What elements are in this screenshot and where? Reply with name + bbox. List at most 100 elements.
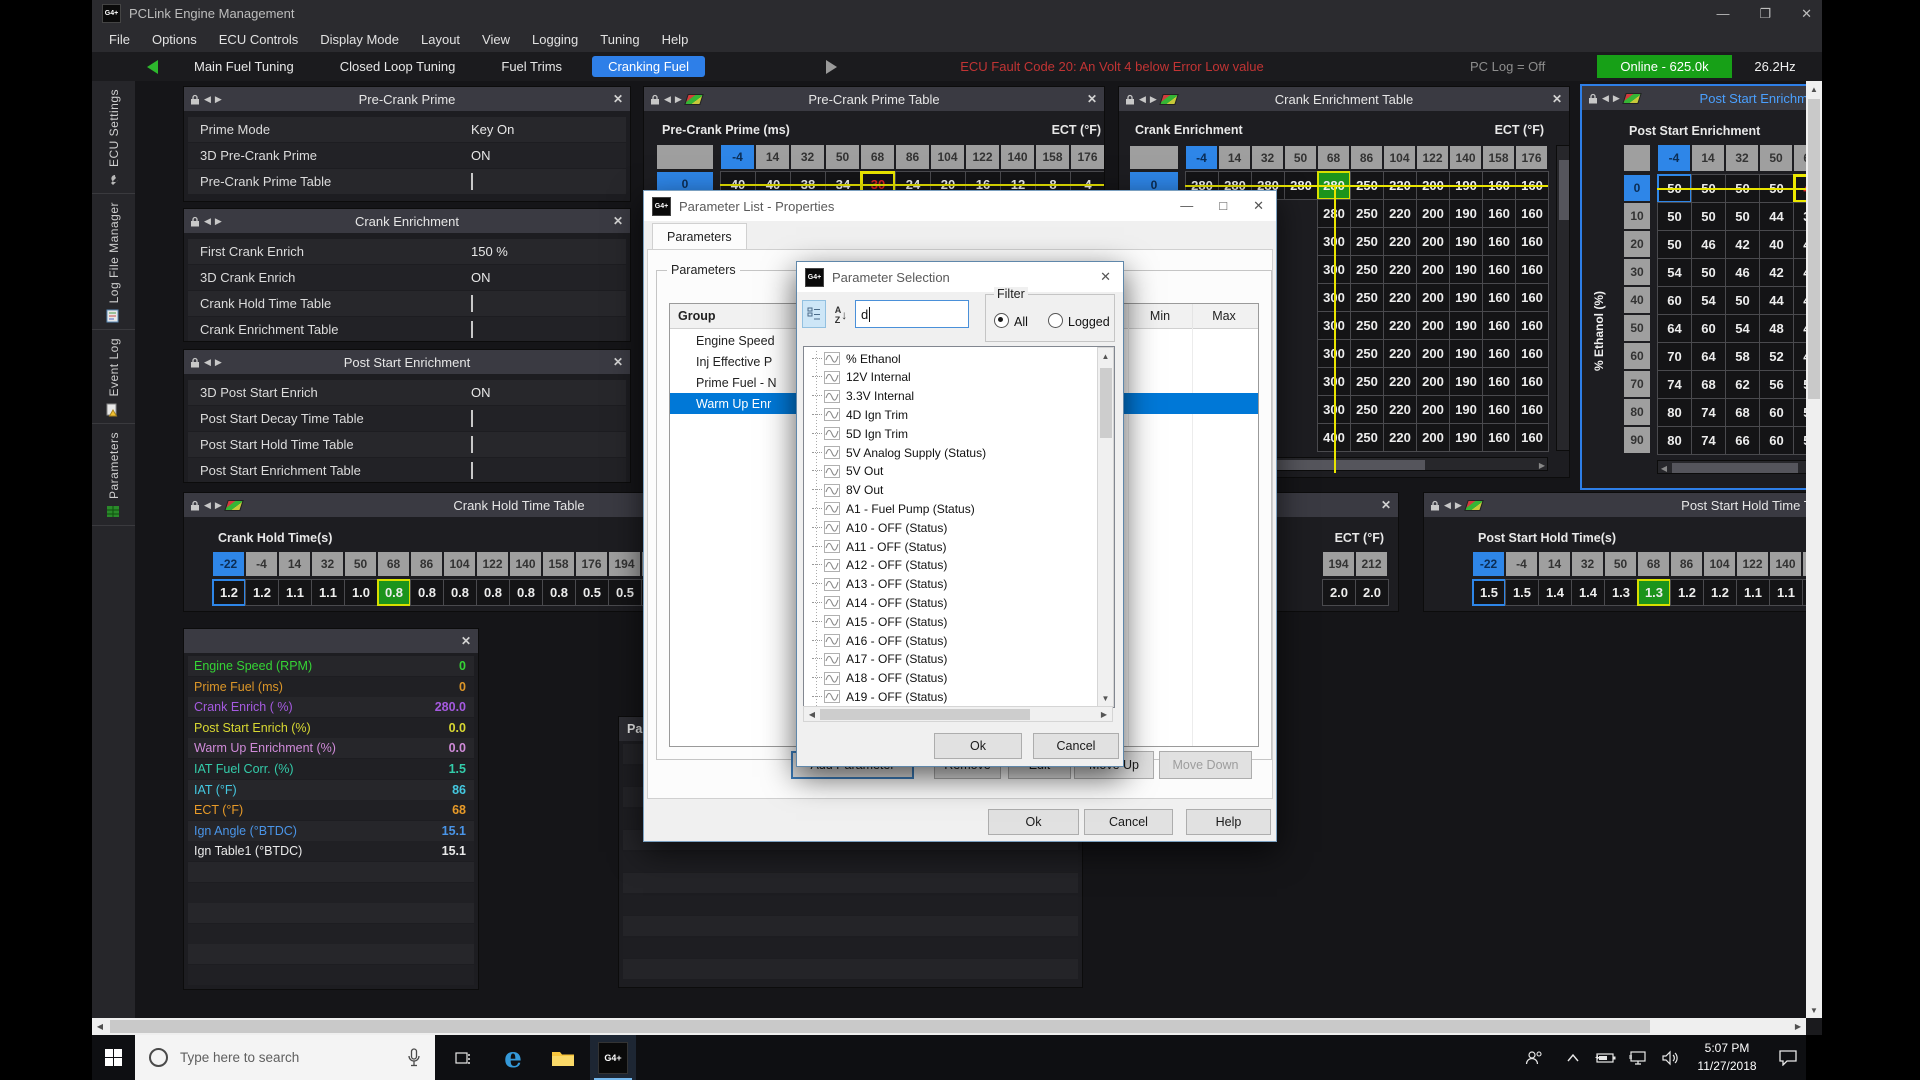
parameter-item[interactable]: % Ethanol <box>804 349 1114 368</box>
cancel-button[interactable]: Cancel <box>1033 733 1119 759</box>
table-cell[interactable]: 50 <box>1793 370 1806 399</box>
table-cell[interactable]: 190 <box>1449 423 1483 452</box>
clock[interactable]: 5:07 PM 11/27/2018 <box>1688 1035 1766 1080</box>
table-cell[interactable]: 280 <box>1317 199 1351 228</box>
setting-row[interactable]: Post Start Enrichment Table <box>188 458 626 482</box>
menu-tuning[interactable]: Tuning <box>589 32 650 47</box>
parameter-item[interactable]: A16 - OFF (Status) <box>804 631 1114 650</box>
setting-row[interactable]: 3D Post Start Enrich ON <box>188 380 626 405</box>
table-cell[interactable]: 50 <box>1657 202 1692 231</box>
radio-logged[interactable]: Logged <box>1048 313 1110 331</box>
ok-button[interactable]: Ok <box>988 809 1079 835</box>
table-cell[interactable]: 40 <box>1793 174 1806 203</box>
close-icon[interactable]: ✕ <box>1552 87 1562 111</box>
x-axis-cell[interactable]: 32 <box>1572 552 1603 576</box>
table-cell[interactable]: 80 <box>1657 398 1692 427</box>
table-vertical-scrollbar[interactable] <box>1556 145 1569 451</box>
layers-icon[interactable] <box>684 93 704 105</box>
table-cell[interactable]: 220 <box>1383 367 1417 396</box>
table-cell[interactable]: 68 <box>1725 398 1760 427</box>
x-axis-cell[interactable]: 212 <box>1356 552 1387 576</box>
y-axis-cell[interactable]: 20 <box>1624 231 1650 257</box>
x-axis-cell[interactable]: 176 <box>1071 145 1104 169</box>
table-cell[interactable]: 160 <box>1515 423 1549 452</box>
maximize-icon[interactable]: ❐ <box>1759 6 1771 22</box>
lock-icon[interactable] <box>1125 94 1135 105</box>
parameter-item[interactable]: 5V Analog Supply (Status) <box>804 443 1114 462</box>
x-axis-cell[interactable]: 122 <box>477 552 508 576</box>
parameter-selection-list[interactable]: % Ethanol 12V Internal 3.3V Internal 4D Ign… <box>803 346 1115 708</box>
table-cell[interactable]: 300 <box>1317 339 1351 368</box>
menu-logging[interactable]: Logging <box>521 32 589 47</box>
table-cell[interactable]: 190 <box>1449 339 1483 368</box>
table-cell[interactable]: 190 <box>1449 283 1483 312</box>
x-axis-cell[interactable]: 50 <box>1605 552 1636 576</box>
parameter-item[interactable]: A17 - OFF (Status) <box>804 650 1114 669</box>
x-axis-cell[interactable]: 50 <box>826 145 859 169</box>
y-axis-cell[interactable]: 50 <box>1624 315 1650 341</box>
table-cell[interactable]: 74 <box>1691 426 1726 455</box>
parameter-item[interactable]: A10 - OFF (Status) <box>804 518 1114 537</box>
x-axis-cell[interactable]: 32 <box>1252 146 1283 169</box>
setting-row[interactable]: Post Start Hold Time Table <box>188 432 626 457</box>
x-axis-cell[interactable]: 140 <box>1001 145 1034 169</box>
x-axis-cell[interactable]: 68 <box>1638 552 1669 576</box>
table-cell[interactable]: 200 <box>1416 283 1450 312</box>
y-axis-cell[interactable]: 0 <box>1624 175 1650 201</box>
runtime-row[interactable]: Warm Up Enrichment (%) 0.0 <box>188 738 474 759</box>
show-hidden-icons-button[interactable] <box>1560 1035 1586 1080</box>
table-cell[interactable]: 160 <box>1482 395 1516 424</box>
table-cell[interactable]: 1.3 <box>1637 579 1671 606</box>
battery-button[interactable] <box>1590 1035 1620 1080</box>
arrow-left-icon[interactable]: ◀ <box>1444 500 1451 511</box>
table-cell[interactable]: 1.2 <box>245 579 279 606</box>
table-cell[interactable]: 42 <box>1759 258 1794 287</box>
runtime-row[interactable]: Engine Speed (RPM) 0 <box>188 656 474 676</box>
table-cell[interactable]: 250 <box>1350 339 1384 368</box>
arrow-right-icon[interactable]: ▶ <box>1150 94 1157 105</box>
table-cell[interactable]: 46 <box>1691 230 1726 259</box>
table-cell[interactable]: 80 <box>1657 426 1692 455</box>
table-cell[interactable]: 300 <box>1317 255 1351 284</box>
table-cell[interactable]: 40 <box>1759 230 1794 259</box>
table-cell[interactable]: 50 <box>1759 174 1794 203</box>
task-view-button[interactable] <box>440 1035 486 1080</box>
table-cell[interactable]: 54 <box>1691 286 1726 315</box>
x-axis-cell[interactable]: 158 <box>1483 146 1514 169</box>
table-cell[interactable]: 250 <box>1350 423 1384 452</box>
table-horizontal-scrollbar[interactable]: ◀▶ <box>1657 460 1806 474</box>
table-cell[interactable]: 190 <box>1449 171 1483 200</box>
table-cell[interactable]: 300 <box>1317 227 1351 256</box>
x-axis-cell[interactable]: 68 <box>1794 145 1806 171</box>
pclink-taskbar-button[interactable]: G4+ <box>590 1035 636 1080</box>
x-axis-cell[interactable]: 14 <box>1539 552 1570 576</box>
x-axis-cell[interactable]: 176 <box>1516 146 1547 169</box>
x-axis-cell[interactable]: 14 <box>1692 145 1724 171</box>
y-axis-cell[interactable]: 70 <box>1624 371 1650 397</box>
panel-header[interactable]: ◀ ▶ Pre-Crank Prime Table ✕ <box>644 87 1104 111</box>
layers-icon[interactable] <box>1622 92 1642 104</box>
table-cell[interactable]: 160 <box>1482 171 1516 200</box>
table-cell[interactable]: 52 <box>1759 342 1794 371</box>
next-layout-icon[interactable] <box>826 60 837 74</box>
table-cell[interactable]: 250 <box>1350 171 1384 200</box>
table-cell[interactable]: 200 <box>1416 367 1450 396</box>
table-cell[interactable]: 46 <box>1725 258 1760 287</box>
arrow-left-icon[interactable]: ◀ <box>204 357 211 368</box>
arrow-right-icon[interactable]: ▶ <box>215 216 222 227</box>
x-axis-cell[interactable]: 104 <box>931 145 964 169</box>
x-axis-cell[interactable]: 32 <box>1726 145 1758 171</box>
table-cell[interactable]: 60 <box>1691 314 1726 343</box>
table-cell[interactable]: 160 <box>1515 171 1549 200</box>
table-cell[interactable]: 1.2 <box>212 579 246 606</box>
sort-az-icon[interactable]: A Z ↓ <box>830 302 852 328</box>
close-icon[interactable]: ✕ <box>613 350 623 374</box>
y-axis-cell[interactable]: 40 <box>1624 287 1650 313</box>
app-vertical-scrollbar[interactable]: ▲ ▼ <box>1806 81 1822 1018</box>
start-button[interactable] <box>92 1035 135 1080</box>
table-cell[interactable]: 160 <box>1482 227 1516 256</box>
arrow-right-icon[interactable]: ▶ <box>1536 458 1548 472</box>
x-axis-cell[interactable]: 14 <box>756 145 789 169</box>
table-cell[interactable]: 58 <box>1725 342 1760 371</box>
open-table-icon[interactable] <box>471 410 473 427</box>
